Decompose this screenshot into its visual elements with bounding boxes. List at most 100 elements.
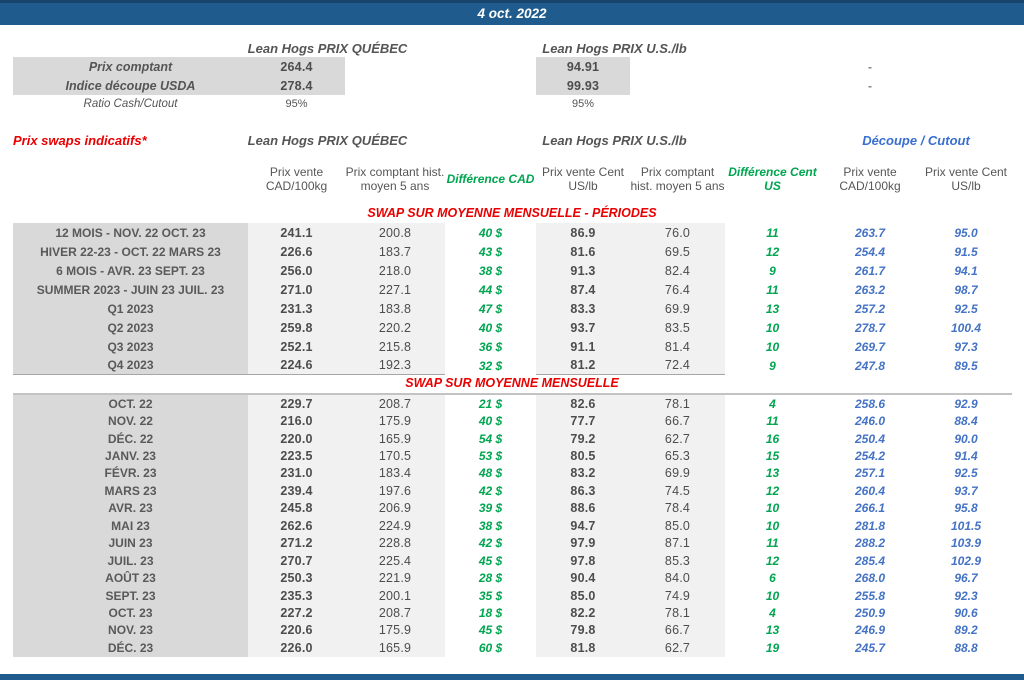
cell-cutout-us: 100.4 xyxy=(950,320,982,335)
cell-hist-us: 82.4 xyxy=(630,261,725,280)
cell-difference-cad: 40 $ xyxy=(478,414,503,429)
cell-cutout-cad: 254.2 xyxy=(854,449,886,464)
cell-prix-vente-cad: 223.5 xyxy=(248,447,345,465)
cell-prix-vente-us: 87.4 xyxy=(536,280,630,299)
cell-prix-vente-us: 79.8 xyxy=(536,621,630,640)
row-label: Q2 2023 xyxy=(13,318,248,337)
cell-cutout-us: 102.9 xyxy=(950,553,982,568)
table-row: AOÛT 23 250.3 221.9 28 $ 90.4 84.0 6 268.0 96.7 xyxy=(13,569,1012,587)
cell-difference-cad: 18 $ xyxy=(478,605,503,620)
spot-quebec-header: Lean Hogs PRIX QUÉBEC xyxy=(247,41,408,56)
table-row: AVR. 23 245.8 206.9 39 $ 88.6 78.4 10 266.1 95.8 xyxy=(13,499,1012,518)
cell-prix-vente-us: 91.3 xyxy=(536,261,630,280)
cell-prix-vente-us: 93.7 xyxy=(536,318,630,337)
cell-cutout-cad: 288.2 xyxy=(854,536,886,551)
cell-prix-vente-us: 81.2 xyxy=(536,356,630,375)
table-row: SEPT. 23 235.3 200.1 35 $ 85.0 74.9 10 255.8 92.… xyxy=(13,586,1012,605)
cell-cutout-us: 92.9 xyxy=(954,396,978,411)
cell-difference-us: 4 xyxy=(769,605,776,620)
table-row: Q1 2023 231.3 183.8 47 $ 83.3 69.9 13 257.2 92.5 xyxy=(13,299,1012,318)
cell-hist-us: 72.4 xyxy=(630,356,725,375)
periods-table: 12 MOIS - NOV. 22 OCT. 23 241.1 200.8 40 $ 8… xyxy=(13,223,1012,375)
cell-hist-us: 69.9 xyxy=(630,299,725,318)
cell-hist-us: 74.9 xyxy=(630,586,725,605)
cell-difference-us: 19 xyxy=(765,640,780,655)
col-header-cutout-us: Prix vente Cent US/lb xyxy=(924,164,1008,193)
row-label: MAI 23 xyxy=(13,517,248,535)
col-header-prix-vente-cad: Prix vente CAD/100kg xyxy=(265,164,328,193)
cell-prix-vente-cad: 226.6 xyxy=(248,242,345,261)
cell-hist-us: 87.1 xyxy=(630,534,725,552)
cell-cutout-us: 95.0 xyxy=(954,225,978,240)
spot-quebec-value: 278.4 xyxy=(248,76,345,95)
cell-cutout-cad: 263.2 xyxy=(854,282,886,297)
cell-difference-cad: 44 $ xyxy=(478,282,503,297)
table-row: DÉC. 22 220.0 165.9 54 $ 79.2 62.7 16 250.4 90.0 xyxy=(13,429,1012,448)
cell-hist-cad: 175.9 xyxy=(345,621,445,640)
cell-hist-cad: 200.8 xyxy=(345,223,445,242)
table-row: NOV. 22 216.0 175.9 40 $ 77.7 66.7 11 246.0 88.4 xyxy=(13,412,1012,430)
cell-prix-vente-cad: 216.0 xyxy=(248,412,345,430)
cell-cutout-us: 93.7 xyxy=(954,483,978,498)
cell-difference-us: 4 xyxy=(769,396,776,411)
cell-hist-cad: 215.8 xyxy=(345,337,445,356)
row-label: AVR. 23 xyxy=(13,499,248,518)
cell-cutout-us: 89.5 xyxy=(954,358,978,373)
cell-difference-us: 11 xyxy=(766,536,779,551)
date-banner: 4 oct. 2022 xyxy=(0,3,1024,25)
row-label: JUIN 23 xyxy=(13,534,248,552)
cell-cutout-us: 92.5 xyxy=(954,301,978,316)
cell-difference-cad: 47 $ xyxy=(478,301,503,316)
row-label: DÉC. 23 xyxy=(13,639,248,657)
swaps-title: Prix swaps indicatifs* xyxy=(13,133,147,148)
cell-difference-us: 11 xyxy=(766,225,779,240)
cell-hist-us: 66.7 xyxy=(630,412,725,430)
table-row: DÉC. 23 226.0 165.9 60 $ 81.8 62.7 19 245.7 88.8 xyxy=(13,639,1012,657)
cell-cutout-cad: 263.7 xyxy=(854,225,886,240)
cell-cutout-cad: 247.8 xyxy=(854,358,886,373)
cell-prix-vente-us: 94.7 xyxy=(536,517,630,535)
table-row: MAI 23 262.6 224.9 38 $ 94.7 85.0 10 281.8 101.5 xyxy=(13,517,1012,535)
cell-prix-vente-cad: 271.0 xyxy=(248,280,345,299)
cell-hist-cad: 228.8 xyxy=(345,534,445,552)
cell-cutout-cad: 257.2 xyxy=(854,301,886,316)
cell-cutout-us: 90.0 xyxy=(954,431,978,446)
cell-hist-cad: 200.1 xyxy=(345,586,445,605)
cell-difference-cad: 60 $ xyxy=(478,640,503,655)
cell-hist-cad: 165.9 xyxy=(345,639,445,657)
cell-prix-vente-cad: 220.0 xyxy=(248,429,345,448)
group-header-quebec: Lean Hogs PRIX QUÉBEC xyxy=(247,133,408,148)
column-header-row: Prix vente CAD/100kg Prix comptant hist.… xyxy=(13,152,1012,206)
table-row: JUIL. 23 270.7 225.4 45 $ 97.8 85.3 12 285.4 102… xyxy=(13,551,1012,570)
cell-hist-us: 74.5 xyxy=(630,482,725,500)
cell-prix-vente-cad: 229.7 xyxy=(248,395,345,413)
cell-prix-vente-us: 86.3 xyxy=(536,482,630,500)
cell-cutout-cad: 266.1 xyxy=(854,501,886,516)
cell-hist-cad: 208.7 xyxy=(345,395,445,413)
cell-hist-us: 62.7 xyxy=(630,639,725,657)
cell-prix-vente-cad: 220.6 xyxy=(248,621,345,640)
cell-prix-vente-us: 97.8 xyxy=(536,551,630,570)
cell-hist-cad: 170.5 xyxy=(345,447,445,465)
spot-header-row: Lean Hogs PRIX QUÉBEC Lean Hogs PRIX U.S… xyxy=(13,40,1012,57)
cell-difference-cad: 38 $ xyxy=(478,518,503,533)
cell-cutout-us: 103.9 xyxy=(950,536,982,551)
cell-difference-cad: 39 $ xyxy=(478,501,503,516)
cell-prix-vente-us: 97.9 xyxy=(536,534,630,552)
cell-hist-cad: 165.9 xyxy=(345,429,445,448)
spot-cutout-value: - xyxy=(868,59,872,74)
cell-prix-vente-us: 86.9 xyxy=(536,223,630,242)
cell-hist-us: 78.4 xyxy=(630,499,725,518)
cell-prix-vente-us: 88.6 xyxy=(536,499,630,518)
table-row: HIVER 22-23 - OCT. 22 MARS 23 226.6 183.7 4… xyxy=(13,242,1012,261)
cell-prix-vente-cad: 270.7 xyxy=(248,551,345,570)
spot-row-label: Prix comptant xyxy=(13,57,248,76)
cell-prix-vente-cad: 227.2 xyxy=(248,604,345,622)
cell-difference-cad: 40 $ xyxy=(478,320,503,335)
table-row: Q4 2023 224.6 192.3 32 $ 81.2 72.4 9 247.8 89.5 xyxy=(13,356,1012,375)
cell-hist-cad: 197.6 xyxy=(345,482,445,500)
